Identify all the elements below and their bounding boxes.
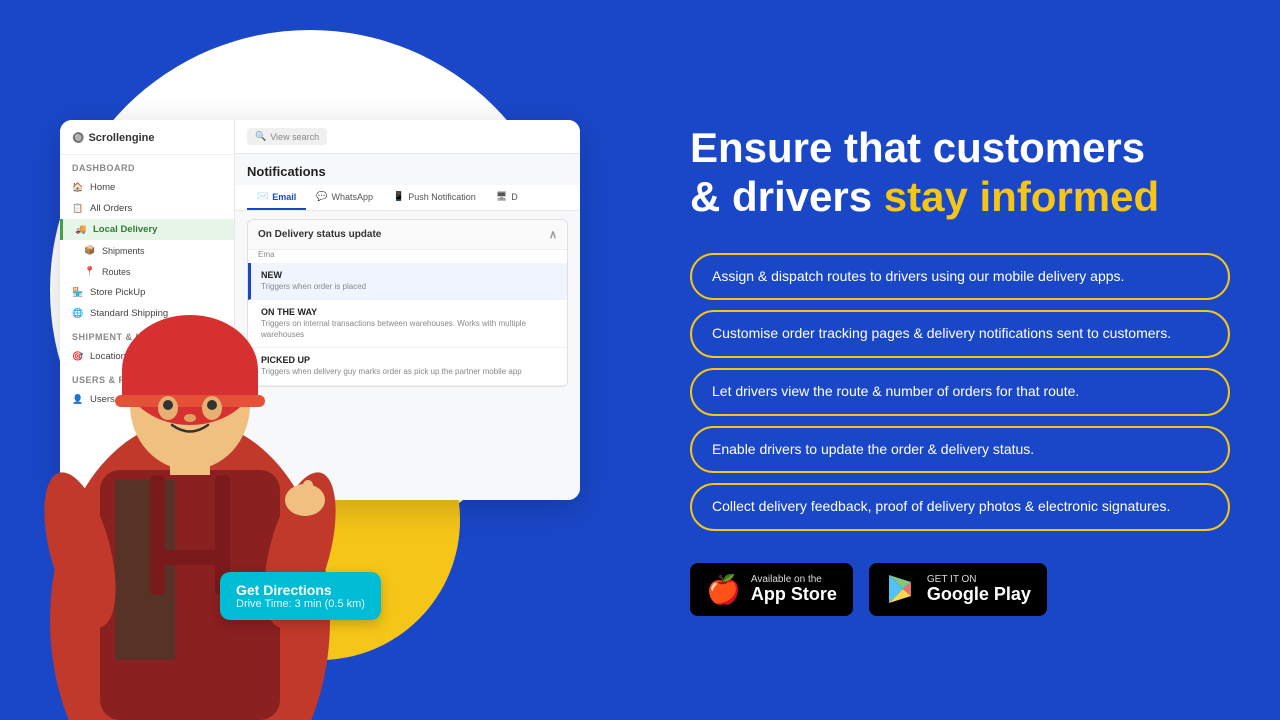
- search-bar[interactable]: 🔍 View search: [247, 128, 327, 145]
- mockup-header: 🔍 View search: [235, 120, 580, 154]
- sidebar-logo: 🔘 Scrollengine: [60, 132, 234, 155]
- tab-email[interactable]: ✉️ Email: [247, 185, 306, 210]
- sidebar-item-all-orders[interactable]: 📋 All Orders: [60, 198, 234, 219]
- headline-highlight: stay informed: [884, 173, 1159, 220]
- sidebar-section-dashboard: Dashboard: [60, 155, 234, 177]
- feature-list: Assign & dispatch routes to drivers usin…: [690, 253, 1230, 531]
- tab-push-notification[interactable]: 📱 Push Notification: [383, 185, 486, 210]
- app-name: Scrollengine: [88, 132, 154, 144]
- feature-item-1: Assign & dispatch routes to drivers usin…: [690, 253, 1230, 301]
- search-icon: 🔍: [255, 131, 266, 142]
- push-tab-icon: 📱: [393, 191, 404, 202]
- tab-email-label: Email: [272, 192, 296, 202]
- headline-line1: Ensure that customers: [690, 124, 1145, 171]
- feature-item-5: Collect delivery feedback, proof of deli…: [690, 483, 1230, 531]
- tab-whatsapp[interactable]: 💬 WhatsApp: [306, 185, 383, 210]
- google-play-small: GET IT ON: [927, 574, 1031, 585]
- google-play-button[interactable]: GET IT ON Google Play: [869, 563, 1047, 616]
- directions-badge-subtitle: Drive Time: 3 min (0.5 km): [236, 598, 365, 610]
- tab-whatsapp-label: WhatsApp: [331, 192, 373, 202]
- headline: Ensure that customers & drivers stay inf…: [690, 124, 1230, 221]
- feature-item-4: Enable drivers to update the order & del…: [690, 426, 1230, 474]
- app-store-button[interactable]: 🍎 Available on the App Store: [690, 563, 853, 616]
- left-panel: 🔘 Scrollengine Dashboard 🏠 Home 📋 All Or…: [0, 0, 640, 720]
- app-store-large: App Store: [751, 585, 837, 605]
- right-panel: Ensure that customers & drivers stay inf…: [640, 0, 1280, 720]
- directions-badge[interactable]: Get Directions Drive Time: 3 min (0.5 km…: [220, 572, 381, 620]
- notifications-title: Notifications: [235, 154, 580, 185]
- apple-icon: 🍎: [706, 573, 741, 606]
- delivery-person: [0, 220, 380, 720]
- home-icon: 🏠: [72, 182, 84, 193]
- whatsapp-tab-icon: 💬: [316, 191, 327, 202]
- feature-item-2: Customise order tracking pages & deliver…: [690, 310, 1230, 358]
- logo-icon: 🔘: [72, 133, 84, 144]
- directions-badge-title: Get Directions: [236, 582, 365, 598]
- google-play-large: Google Play: [927, 585, 1031, 605]
- search-placeholder: View search: [270, 132, 319, 142]
- headline-line2: & drivers: [690, 173, 884, 220]
- sidebar-label-home: Home: [90, 182, 115, 193]
- sidebar-item-home[interactable]: 🏠 Home: [60, 177, 234, 198]
- tab-d[interactable]: 🖥 D: [486, 185, 528, 210]
- tab-push-label: Push Notification: [408, 192, 476, 202]
- email-tab-icon: ✉️: [257, 191, 268, 202]
- d-tab-icon: 🖥: [496, 191, 507, 202]
- collapse-icon[interactable]: ∧: [549, 228, 557, 241]
- app-store-small: Available on the: [751, 574, 837, 585]
- google-play-icon: [885, 573, 917, 605]
- delivery-person-illustration: [20, 240, 360, 720]
- sidebar-label-all-orders: All Orders: [90, 203, 132, 214]
- app-store-text: Available on the App Store: [751, 574, 837, 605]
- orders-icon: 📋: [72, 203, 84, 214]
- google-play-text: GET IT ON Google Play: [927, 574, 1031, 605]
- feature-item-3: Let drivers view the route & number of o…: [690, 368, 1230, 416]
- tab-d-label: D: [511, 192, 518, 202]
- tabs-row: ✉️ Email 💬 WhatsApp 📱 Push Notification …: [235, 185, 580, 211]
- store-buttons: 🍎 Available on the App Store GET IT ON G…: [690, 563, 1230, 616]
